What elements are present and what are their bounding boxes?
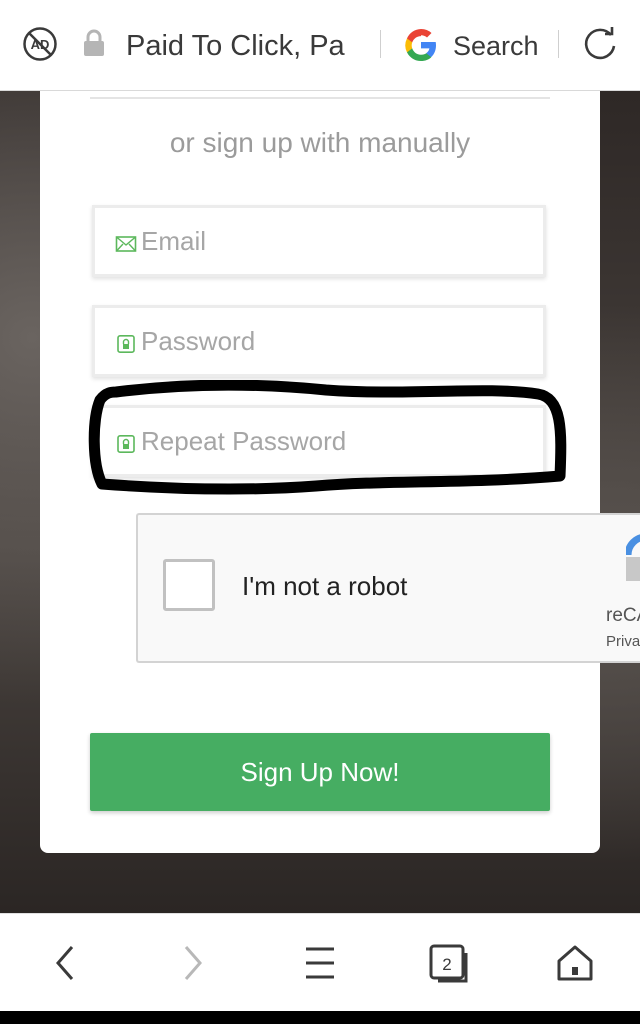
search-label[interactable]: Search: [453, 26, 539, 66]
system-nav-strip: [0, 1011, 640, 1024]
google-icon[interactable]: [400, 24, 442, 66]
recaptcha-label: I'm not a robot: [242, 571, 408, 601]
lock-icon: [84, 29, 104, 56]
ad-block-icon[interactable]: AD: [22, 26, 58, 62]
home-icon[interactable]: [553, 941, 597, 985]
forward-icon[interactable]: [170, 941, 214, 985]
recaptcha-logo-icon: [626, 534, 640, 581]
svg-text:2: 2: [442, 955, 451, 974]
browser-bottom-bar: 2: [0, 913, 640, 1012]
browser-top-bar: AD Paid To Click, Pa Search: [0, 0, 640, 91]
email-field[interactable]: [92, 205, 546, 277]
envelope-icon: [115, 236, 137, 252]
password-field[interactable]: [92, 305, 546, 377]
robot-checkbox[interactable]: [163, 559, 215, 611]
recaptcha-widget: I'm not a robot reCA Priva: [136, 513, 640, 663]
tabs-icon: 2: [429, 944, 468, 983]
menu-icon[interactable]: [298, 941, 342, 985]
divider: [90, 97, 550, 99]
divider: [558, 30, 559, 58]
tabs-button[interactable]: 2: [426, 941, 470, 985]
recaptcha-privacy-link[interactable]: Priva: [606, 633, 640, 650]
page-title[interactable]: Paid To Click, Pa: [126, 26, 362, 66]
password-input[interactable]: [141, 308, 531, 374]
email-input[interactable]: [141, 208, 531, 274]
reload-icon[interactable]: [578, 22, 622, 66]
back-icon[interactable]: [44, 941, 88, 985]
lock-icon: [117, 335, 135, 353]
marker-annotation: [88, 380, 567, 495]
recaptcha-brand: reCA: [606, 605, 640, 626]
signup-subtitle: or sign up with manually: [169, 127, 471, 158]
divider: [380, 30, 381, 58]
sign-up-button[interactable]: Sign Up Now!: [90, 733, 550, 811]
